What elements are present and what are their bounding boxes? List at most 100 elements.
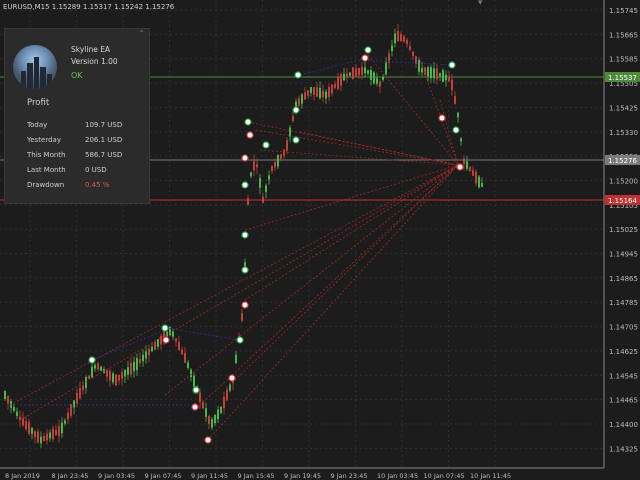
candle-body <box>397 30 399 42</box>
candle-body <box>64 420 66 424</box>
profit-row-label: Last Month <box>27 166 66 174</box>
buy-marker-icon <box>192 386 200 394</box>
candle-body <box>79 387 81 399</box>
sell-marker-icon <box>438 114 446 122</box>
chevron-up-icon[interactable]: ⌃ <box>138 29 145 38</box>
buy-marker-icon <box>88 356 96 364</box>
candle-body <box>58 426 60 436</box>
candle-body <box>367 70 369 74</box>
sell-marker-icon <box>361 54 369 62</box>
sell-trade-line <box>244 164 459 301</box>
candle-body <box>223 396 225 409</box>
candle-body <box>448 76 450 82</box>
profit-row-value: 0 USD <box>85 166 107 174</box>
price-tick-label: 1.15585 <box>609 56 638 64</box>
candle-body <box>442 70 444 82</box>
candle-body <box>115 374 117 386</box>
candle-body <box>277 154 279 167</box>
candle-body <box>334 84 336 88</box>
candle-body <box>181 349 183 355</box>
sell-marker-icon <box>456 163 464 171</box>
candle-body <box>463 158 465 165</box>
price-tick-label: 1.14465 <box>609 397 638 405</box>
profit-row-label: Today <box>27 121 48 129</box>
candle-body <box>40 436 42 444</box>
candle-body <box>379 81 381 87</box>
candle-body <box>175 338 177 342</box>
buy-marker-icon <box>294 71 302 79</box>
candle-body <box>139 359 141 363</box>
candle-body <box>106 369 108 377</box>
profit-heading: Profit <box>27 98 50 108</box>
candle-body <box>130 362 132 375</box>
candle-body <box>310 87 312 93</box>
time-tick-label: 10 Jan 11:45 <box>470 472 511 480</box>
candle-body <box>283 149 285 156</box>
sell-marker-icon <box>241 154 249 162</box>
candle-body <box>7 395 9 404</box>
candle-body <box>424 67 426 75</box>
candle-body <box>289 127 291 137</box>
candle-body <box>85 377 87 388</box>
candle-body <box>52 428 54 440</box>
chart-shift-icon[interactable]: ▾ <box>478 0 483 8</box>
candle-body <box>292 115 294 122</box>
candle-body <box>205 408 207 417</box>
candle-body <box>433 68 435 79</box>
candle-body <box>100 366 102 371</box>
candle-body <box>481 183 483 187</box>
candle-body <box>265 185 267 192</box>
candle-body <box>145 351 147 359</box>
sell-marker-icon <box>241 301 249 309</box>
buy-marker-icon <box>262 141 270 149</box>
candle-body <box>400 34 402 41</box>
price-tick-label: 1.15745 <box>609 7 638 15</box>
profit-row-today: Today 109.7 USD <box>27 121 122 129</box>
profit-row-last-month: Last Month 0 USD <box>27 166 107 174</box>
candle-body <box>439 73 441 77</box>
candle-body <box>325 91 327 99</box>
sell-marker-icon <box>191 403 199 411</box>
chart-window[interactable]: 1.15745 1.15665 1.15585 1.15505 1.15425 1.153… <box>0 0 640 480</box>
buy-marker-icon <box>448 61 456 69</box>
candle-body <box>127 367 129 375</box>
time-tick-label: 8 Jan 2019 <box>5 472 40 480</box>
profit-row-value: 109.7 USD <box>85 121 123 129</box>
price-tick-label: 1.15330 <box>609 129 638 137</box>
candle-body <box>373 72 375 84</box>
candle-body <box>124 369 126 377</box>
candle-body <box>385 62 387 75</box>
candle-body <box>427 67 429 77</box>
time-tick-label: 10 Jan 07:45 <box>424 472 465 480</box>
candle-body <box>337 77 339 89</box>
profit-row-label: This Month <box>27 151 66 159</box>
candle-body <box>469 166 471 171</box>
candle-body <box>457 112 459 118</box>
candle-body <box>214 414 216 424</box>
ea-version: Version 1.00 <box>71 57 118 66</box>
sell-trade-line <box>199 164 459 406</box>
candle-body <box>370 70 372 80</box>
sell-trade-line <box>367 54 459 166</box>
price-tick-label: 1.14865 <box>609 275 638 283</box>
candle-body <box>304 92 306 100</box>
candle-body <box>46 433 48 441</box>
candle-body <box>172 331 174 337</box>
candle-body <box>4 390 6 400</box>
sell-trade-line <box>234 164 459 381</box>
ea-name: Skyline EA <box>71 45 111 54</box>
candle-body <box>67 412 69 420</box>
buy-marker-icon <box>241 231 249 239</box>
level-price-label: 1.15276 <box>608 157 637 165</box>
candle-body <box>253 161 255 171</box>
buy-marker-icon <box>452 126 460 134</box>
candle-body <box>466 161 468 169</box>
candle-body <box>220 406 222 414</box>
candle-body <box>88 375 90 379</box>
sell-trade-line <box>244 164 459 231</box>
candle-body <box>451 79 453 91</box>
level-price-label: 1.15164 <box>608 197 637 205</box>
candle-body <box>55 429 57 436</box>
candle-body <box>340 74 342 86</box>
price-tick-label: 1.15665 <box>609 31 638 39</box>
